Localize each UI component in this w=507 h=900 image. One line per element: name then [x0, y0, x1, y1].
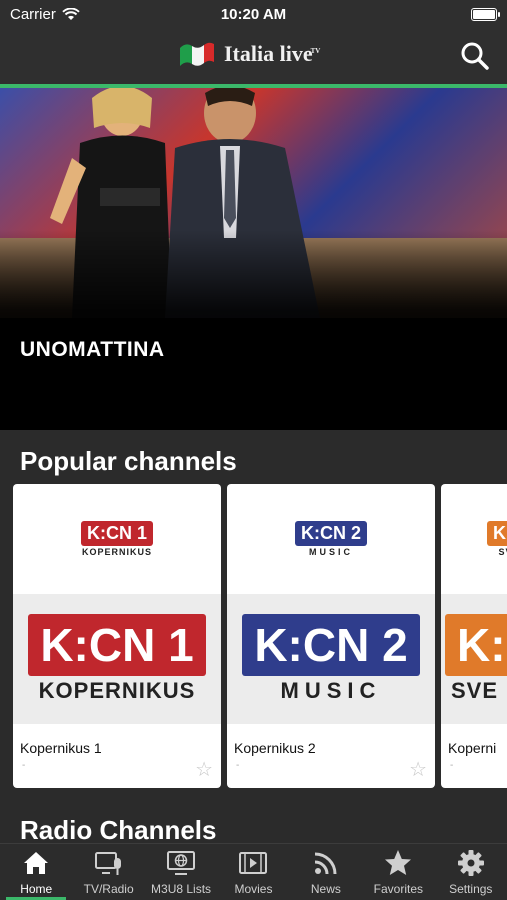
tab-bar: Home TV/Radio M3U8 Lists Movies News Fav…: [0, 843, 507, 900]
hero-title: UNOMATTINA: [20, 338, 165, 361]
nav-bar: Italia liveTV: [0, 30, 507, 84]
tab-settings[interactable]: Settings: [435, 844, 507, 900]
tab-home[interactable]: Home: [0, 844, 72, 900]
search-button[interactable]: [459, 40, 491, 72]
news-rss-icon: [314, 852, 337, 875]
channel-logo-small: K:CN 1 KOPERNIKUS: [80, 521, 154, 557]
channel-thumbnail: K:CN 2 MUSIC: [227, 594, 435, 724]
tab-tv-radio[interactable]: TV/Radio: [72, 844, 144, 900]
favorite-star-icon[interactable]: ☆: [409, 760, 427, 780]
search-icon: [461, 42, 489, 70]
channel-subtitle: -: [236, 760, 240, 771]
tab-m3u8-lists[interactable]: M3U8 Lists: [145, 844, 217, 900]
m3u8-list-icon: [167, 851, 196, 875]
favorite-star-icon[interactable]: ☆: [195, 760, 213, 780]
channel-card[interactable]: K:CN 2 MUSIC K:CN 2 MUSIC Kopernikus 2 -…: [227, 484, 435, 788]
channel-name: Koperni: [448, 740, 497, 756]
popular-channels-heading: Popular channels: [20, 446, 237, 476]
channel-card[interactable]: K:CN 1 KOPERNIKUS K:CN 1 KOPERNIKUS Kope…: [13, 484, 221, 788]
app-title: Italia liveTV: [224, 41, 321, 66]
tab-movies[interactable]: Movies: [217, 844, 289, 900]
battery-icon: [471, 8, 500, 21]
battery-fill: [473, 10, 495, 19]
popular-channels-list[interactable]: K:CN 1 KOPERNIKUS K:CN 1 KOPERNIKUS Kope…: [13, 484, 507, 790]
italian-flag-icon: [180, 42, 214, 66]
tab-favorites[interactable]: Favorites: [362, 844, 434, 900]
status-bar: Carrier 10:20 AM: [0, 0, 507, 30]
star-icon: [385, 850, 412, 875]
channel-subtitle: -: [22, 760, 26, 771]
channel-name: Kopernikus 1: [20, 740, 102, 756]
channel-subtitle: -: [450, 760, 454, 771]
home-icon: [24, 852, 49, 874]
channel-card[interactable]: K:C SVE K:C SVE Koperni -: [441, 484, 507, 788]
status-time: 10:20 AM: [220, 6, 287, 23]
channel-thumbnail: K:C SVE: [441, 594, 507, 724]
tab-news[interactable]: News: [290, 844, 362, 900]
app-title-suffix: TV: [310, 46, 321, 55]
movies-icon: [239, 852, 268, 874]
radio-channels-heading: Radio Channels: [20, 815, 217, 845]
app-logo: Italia liveTV: [178, 40, 320, 68]
channel-name: Kopernikus 2: [234, 740, 316, 756]
tv-radio-icon: [94, 852, 121, 875]
hero-banner[interactable]: UNOMATTINA: [0, 88, 507, 430]
channel-thumbnail: K:CN 1 KOPERNIKUS: [13, 594, 221, 724]
gear-icon: [457, 850, 484, 876]
channel-logo-small: K:CN 2 MUSIC: [227, 484, 435, 594]
channel-logo-small: K:C SVE: [441, 484, 507, 594]
